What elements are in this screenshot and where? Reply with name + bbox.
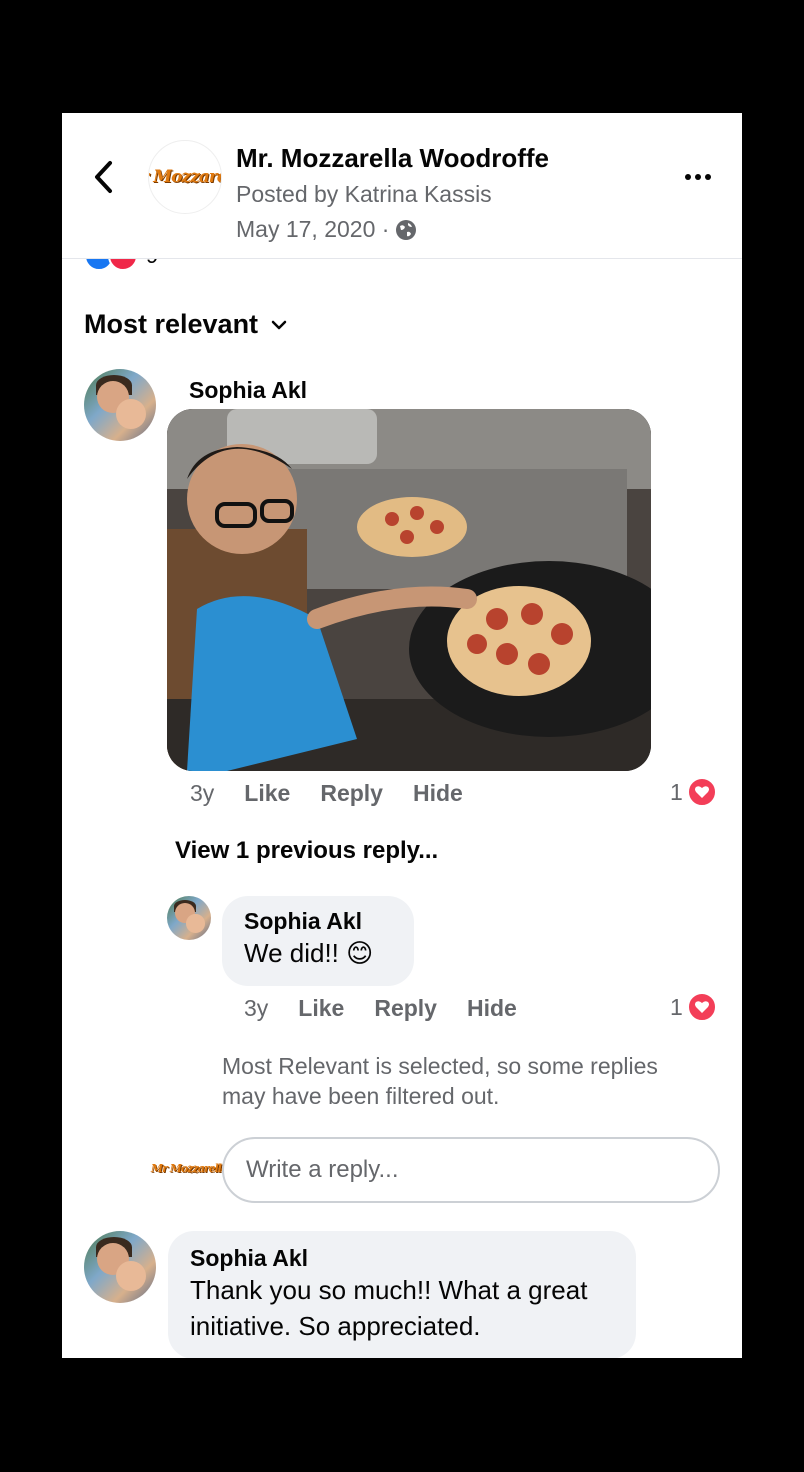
avatar[interactable]: [84, 369, 156, 441]
pizza-photo-image: [167, 409, 651, 771]
reply-input[interactable]: [222, 1137, 720, 1203]
back-button[interactable]: [88, 159, 118, 195]
more-options-button[interactable]: [676, 163, 720, 191]
sort-dropdown[interactable]: Most relevant: [84, 309, 288, 340]
page-logo: Mr Mozzarella: [150, 1161, 228, 1175]
reaction-count: 1: [670, 778, 683, 805]
comment-reactions[interactable]: 1: [670, 777, 717, 807]
heart-icon: [686, 992, 717, 1022]
sort-label: Most relevant: [84, 309, 259, 339]
comment-author[interactable]: Sophia Akl: [190, 1245, 614, 1272]
reply-time: 3y: [244, 995, 269, 1021]
comment-author[interactable]: Sophia Akl: [189, 377, 307, 404]
avatar[interactable]: [167, 896, 211, 940]
post-date-text: May 17, 2020 ·: [236, 216, 390, 242]
reply-text: We did!! 😊: [244, 938, 374, 968]
hide-button[interactable]: Hide: [413, 780, 463, 807]
dot-icon: [705, 174, 711, 180]
like-button[interactable]: Like: [298, 995, 344, 1022]
globe-icon: [396, 219, 417, 240]
comment-time: 3y: [190, 780, 215, 806]
avatar[interactable]: [84, 1231, 156, 1303]
page-avatar-small: Mr Mozzarella: [151, 1151, 228, 1185]
posted-by: Posted by Katrina Kassis: [236, 181, 492, 207]
page-avatar[interactable]: Mr Mozzarella: [148, 140, 222, 214]
comment-bubble: Sophia Akl Thank you so much!! What a gr…: [168, 1231, 636, 1358]
filter-note: Most Relevant is selected, so some repli…: [222, 1053, 658, 1109]
post-header: Mr Mozzarella Mr. Mozzarella Woodroffe P…: [62, 113, 742, 259]
chevron-down-icon: [271, 320, 287, 329]
reply-button[interactable]: Reply: [374, 995, 437, 1022]
comment-photo[interactable]: [167, 409, 651, 771]
comment-text: Thank you so much!! What a great initiat…: [190, 1275, 588, 1341]
reaction-count: 1: [670, 993, 683, 1020]
post-date: May 17, 2020 ·: [236, 216, 417, 243]
page-title[interactable]: Mr. Mozzarella Woodroffe: [236, 143, 549, 174]
dot-icon: [695, 174, 701, 180]
heart-icon: [686, 777, 717, 807]
reply-bubble: Sophia Akl We did!! 😊: [222, 896, 414, 986]
hide-button[interactable]: Hide: [467, 995, 517, 1022]
reply-actions: 3y Like Reply Hide: [244, 995, 547, 1022]
reply-author[interactable]: Sophia Akl: [244, 908, 392, 935]
reply-reactions[interactable]: 1: [670, 992, 717, 1022]
reply-button[interactable]: Reply: [320, 780, 383, 807]
comment-actions: 3y Like Reply Hide: [190, 780, 493, 807]
comments-screen: 9 Mr Mozzarella Mr. Mozzarella Woodroffe…: [62, 113, 742, 1358]
dot-icon: [685, 174, 691, 180]
view-previous-replies[interactable]: View 1 previous reply...: [175, 837, 438, 865]
page-logo: Mr Mozzarella: [149, 167, 221, 187]
like-button[interactable]: Like: [244, 780, 290, 807]
back-arrow-icon: [95, 161, 112, 193]
